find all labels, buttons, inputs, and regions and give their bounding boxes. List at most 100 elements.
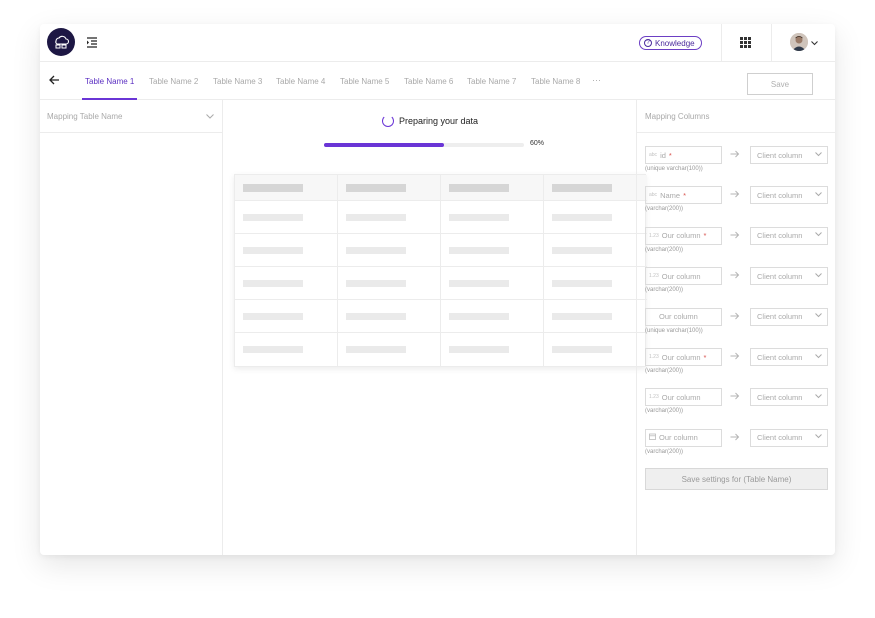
preview-area: Preparing your data 60% [223, 100, 647, 555]
our-column-field[interactable]: 1.23 Our column [645, 388, 722, 407]
client-column-select[interactable]: Client column [750, 226, 828, 245]
client-column-label: Client column [757, 392, 803, 402]
number-type-icon: 1.23 [649, 273, 659, 280]
app-logo[interactable] [47, 28, 75, 56]
mapping-columns-title: Mapping Columns [645, 111, 710, 121]
tab-table-name-2[interactable]: Table Name 2 [149, 77, 198, 86]
required-marker: * [668, 150, 672, 160]
our-column-field[interactable]: Our column [645, 307, 722, 326]
save-settings-button[interactable]: Save settings for (Table Name) [645, 468, 828, 490]
arrow-right-icon [730, 271, 740, 281]
our-column-field[interactable]: 1.23 Our column * [645, 348, 722, 366]
required-marker: * [703, 352, 707, 362]
client-column-label: Client column [757, 150, 803, 160]
required-marker: * [703, 231, 707, 241]
skeleton-row [235, 267, 647, 300]
mapping-row: 1.23 Our column (varchar(200)) Client co… [645, 267, 830, 299]
mapping-row: abc id * (unique varchar(100)) Client col… [645, 146, 830, 178]
app-window: ? Knowledge Table Name 1 Table Name 2 Ta… [40, 24, 835, 555]
client-column-label: Client column [757, 433, 803, 443]
column-type-note: (varchar(200)) [645, 448, 684, 455]
back-arrow-icon[interactable] [48, 74, 60, 86]
user-photo-icon [790, 33, 808, 51]
required-marker: * [683, 190, 686, 200]
arrow-right-icon [730, 352, 740, 362]
client-column-select[interactable]: Client column [750, 267, 828, 286]
mapping-row: 1.23 Our column (varchar(200)) Client co… [645, 388, 830, 420]
client-column-select[interactable]: Client column [750, 348, 828, 366]
client-column-label: Client column [757, 312, 803, 322]
our-column-field[interactable]: Our column [645, 428, 722, 447]
mapping-table-select[interactable]: Mapping Table Name [40, 100, 222, 133]
arrow-right-icon [730, 392, 740, 402]
user-avatar[interactable] [790, 33, 808, 51]
tab-table-name-7[interactable]: Table Name 7 [467, 77, 516, 86]
chevron-down-icon[interactable] [811, 39, 818, 48]
mapping-table-label: Mapping Table Name [47, 111, 123, 121]
our-column-name: Name [660, 190, 681, 200]
our-column-field[interactable]: abc Name * [645, 186, 722, 205]
client-column-select[interactable]: Client column [750, 146, 828, 164]
top-bar: ? Knowledge [40, 24, 835, 62]
our-column-name: Our column [661, 392, 701, 402]
tab-table-name-5[interactable]: Table Name 5 [340, 77, 389, 86]
client-column-select[interactable]: Client column [750, 186, 828, 205]
arrow-right-icon [730, 231, 740, 241]
chevron-down-icon [815, 272, 822, 280]
our-column-name: Our column [659, 312, 698, 322]
mapping-row: Our column (varchar(200)) Client column [645, 428, 830, 461]
arrow-right-icon [730, 312, 740, 322]
mapping-row: Our column (unique varchar(100)) Client … [645, 307, 830, 340]
arrow-right-icon [730, 150, 740, 160]
loading-text: Preparing your data [399, 116, 479, 126]
column-type-note: (varchar(200)) [645, 206, 684, 213]
apps-grid-icon[interactable] [740, 37, 751, 48]
our-column-name: Our column [661, 231, 701, 241]
text-type-icon: abc [649, 192, 658, 199]
client-column-select[interactable]: Client column [750, 307, 828, 326]
skeleton-row [235, 300, 647, 333]
chevron-down-icon [815, 232, 822, 239]
progress-bar [324, 143, 524, 147]
chevron-down-icon [815, 192, 822, 199]
our-column-field[interactable]: 1.23 Our column * [645, 226, 722, 245]
client-column-label: Client column [757, 271, 803, 281]
loading-status: Preparing your data [382, 115, 478, 127]
client-column-select[interactable]: Client column [750, 428, 828, 447]
chevron-down-icon [815, 313, 822, 320]
our-column-name: Our column [659, 433, 698, 443]
knowledge-button[interactable]: ? Knowledge [639, 36, 702, 50]
client-column-select[interactable]: Client column [750, 388, 828, 407]
chevron-down-icon [815, 394, 822, 401]
client-column-label: Client column [757, 231, 803, 241]
save-button[interactable]: Save [747, 73, 813, 95]
number-type-icon: 1.23 [649, 232, 659, 239]
skeleton-row [235, 333, 647, 366]
indent-menu-icon[interactable] [86, 36, 98, 48]
tab-table-name-6[interactable]: Table Name 6 [404, 77, 453, 86]
progress-percent: 60% [530, 140, 545, 147]
our-column-field[interactable]: abc id * [645, 146, 722, 164]
question-circle-icon: ? [644, 39, 652, 47]
tabs-bar: Table Name 1 Table Name 2 Table Name 3 T… [40, 62, 835, 100]
client-column-label: Client column [757, 352, 803, 362]
calendar-icon [649, 433, 656, 442]
tabs-more-icon[interactable]: ··· [592, 75, 601, 85]
column-type-note: (varchar(200)) [645, 368, 684, 374]
number-type-icon: 1.23 [649, 394, 659, 401]
our-column-field[interactable]: 1.23 Our column [645, 267, 722, 286]
tab-table-name-4[interactable]: Table Name 4 [276, 77, 325, 86]
topbar-divider [721, 24, 722, 62]
chevron-down-icon [815, 434, 822, 441]
arrow-right-icon [730, 190, 740, 200]
mapping-row: 1.23 Our column * (varchar(200)) Client c… [645, 348, 830, 380]
skeleton-header-row [235, 175, 647, 201]
mapping-row: abc Name * (varchar(200)) Client column [645, 186, 830, 218]
mapping-columns-header: Mapping Columns [637, 100, 835, 133]
chevron-down-icon [815, 353, 822, 361]
column-type-note: (unique varchar(100)) [645, 166, 703, 172]
tab-table-name-3[interactable]: Table Name 3 [213, 77, 262, 86]
our-column-name: id [660, 150, 666, 160]
tab-table-name-8[interactable]: Table Name 8 [531, 77, 580, 86]
tab-table-name-1[interactable]: Table Name 1 [85, 77, 134, 86]
